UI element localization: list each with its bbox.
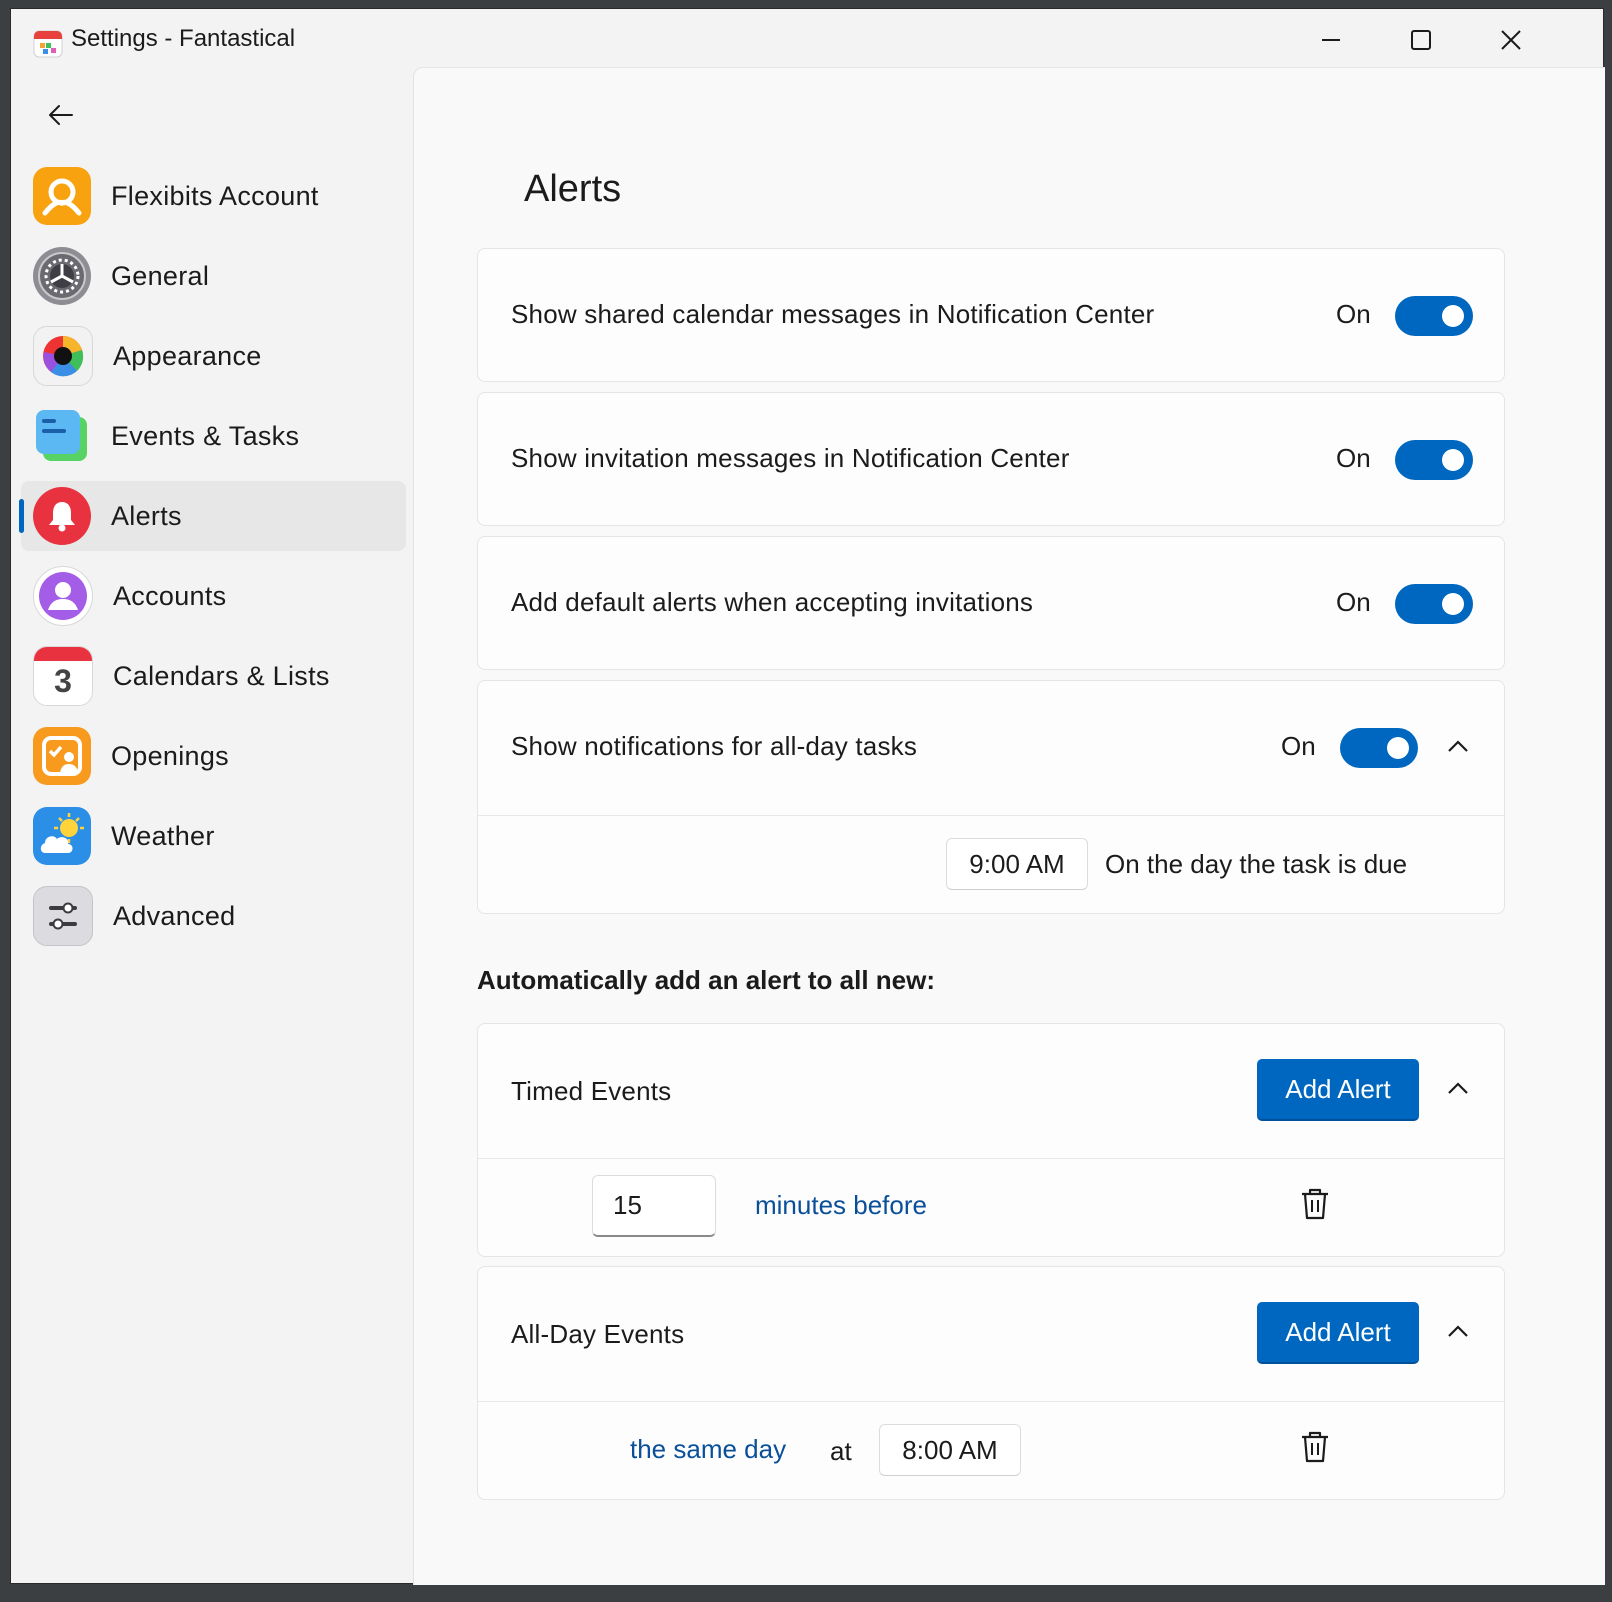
sidebar-item-general[interactable]: General [21, 241, 406, 311]
sidebar-item-alerts[interactable]: Alerts [19, 481, 406, 551]
person-icon [33, 566, 93, 626]
title-bar: Settings - Fantastical [11, 9, 1603, 69]
bell-icon [33, 487, 91, 545]
minimize-icon [1320, 29, 1342, 51]
sidebar-item-label: Weather [111, 820, 215, 851]
settings-window: Settings - Fantastical Flexibits Account… [10, 8, 1605, 1585]
task-notification-time-field[interactable]: 9:00 AM [946, 838, 1088, 890]
back-button[interactable] [39, 95, 83, 139]
sidebar-item-label: Advanced [113, 900, 236, 931]
sidebar-item-label: Events & Tasks [111, 420, 300, 451]
alerts-settings-panel: Alerts Show shared calendar messages in … [413, 67, 1605, 1585]
sidebar-item-label: Accounts [113, 580, 227, 611]
fantastical-app-icon [33, 29, 63, 59]
sliders-icon [33, 886, 93, 946]
close-button[interactable] [1471, 15, 1551, 65]
toggle-state-label: On [1281, 731, 1316, 761]
trash-icon [1300, 1187, 1330, 1226]
trash-icon [1300, 1430, 1330, 1469]
time-value: 8:00 AM [902, 1434, 998, 1465]
all-day-alert-time-field[interactable]: 8:00 AM [879, 1424, 1021, 1476]
setting-label: Show invitation messages in Notification… [511, 443, 1070, 473]
timed-alert-unit-dropdown[interactable]: minutes before [755, 1190, 927, 1221]
maximize-button[interactable] [1381, 15, 1461, 65]
at-label: at [830, 1436, 852, 1466]
all-day-alert-day-dropdown[interactable]: the same day [630, 1434, 786, 1465]
default-alerts-invitations-toggle[interactable] [1395, 584, 1473, 624]
all-day-alert-delete-button[interactable] [1295, 1429, 1335, 1469]
sidebar-item-flexibits-account[interactable]: Flexibits Account [21, 161, 406, 231]
sidebar-item-weather[interactable]: Weather [21, 801, 406, 871]
time-value: 9:00 AM [969, 848, 1065, 879]
sidebar-item-accounts[interactable]: Accounts [21, 561, 406, 631]
timed-alert-amount-input[interactable]: 15 [592, 1175, 716, 1237]
sidebar-item-openings[interactable]: Openings [21, 721, 406, 791]
openings-icon [33, 727, 91, 785]
setting-card-all-day-tasks: Show notifications for all-day tasks On … [477, 680, 1505, 914]
setting-label: Show shared calendar messages in Notific… [511, 299, 1155, 329]
timed-alert-delete-button[interactable] [1295, 1186, 1335, 1226]
flexibits-account-icon [33, 167, 91, 225]
timed-events-label: Timed Events [511, 1076, 672, 1106]
maximize-icon [1410, 29, 1432, 51]
weather-icon [33, 807, 91, 865]
gear-icon [33, 247, 91, 305]
all-day-events-card: All-Day Events Add Alert the same day at… [477, 1266, 1505, 1500]
auto-alert-heading: Automatically add an alert to all new: [477, 965, 935, 995]
toggle-state-label: On [1336, 299, 1371, 329]
timed-events-add-alert-button[interactable]: Add Alert [1257, 1059, 1419, 1121]
chevron-up-icon [1446, 1319, 1470, 1348]
all-day-tasks-toggle[interactable] [1340, 728, 1418, 768]
invitation-messages-toggle[interactable] [1395, 440, 1473, 480]
sidebar-item-calendars-lists[interactable]: 3 Calendars & Lists [21, 641, 406, 711]
chevron-up-icon [1446, 1076, 1470, 1105]
close-icon [1500, 29, 1522, 51]
sidebar-nav: Flexibits Account General Appearance Eve… [19, 161, 406, 961]
shared-calendar-messages-toggle[interactable] [1395, 296, 1473, 336]
color-wheel-icon [33, 326, 93, 386]
setting-card-default-alerts-invitations: Add default alerts when accepting invita… [477, 536, 1505, 670]
events-tasks-icon [33, 407, 91, 465]
setting-label: Show notifications for all-day tasks [511, 731, 918, 761]
chevron-up-icon [1446, 734, 1470, 763]
setting-label: Add default alerts when accepting invita… [511, 587, 1034, 617]
sidebar-item-appearance[interactable]: Appearance [21, 321, 406, 391]
minimize-button[interactable] [1291, 15, 1371, 65]
all-day-events-collapse-button[interactable] [1438, 1313, 1478, 1353]
sidebar-item-label: Flexibits Account [111, 180, 319, 211]
calendar-icon: 3 [33, 646, 93, 706]
sidebar-item-advanced[interactable]: Advanced [21, 881, 406, 951]
toggle-state-label: On [1336, 587, 1371, 617]
sidebar-item-label: Alerts [111, 500, 182, 531]
sidebar-item-label: Appearance [113, 340, 262, 371]
sidebar-item-label: Calendars & Lists [113, 660, 330, 691]
sidebar-item-events-tasks[interactable]: Events & Tasks [21, 401, 406, 471]
all-day-events-add-alert-button[interactable]: Add Alert [1257, 1302, 1419, 1364]
toggle-state-label: On [1336, 443, 1371, 473]
timed-events-card: Timed Events Add Alert 15 minutes before [477, 1023, 1505, 1257]
arrow-left-icon [47, 101, 75, 134]
calendar-day-number: 3 [54, 663, 72, 699]
task-notification-description: On the day the task is due [1105, 849, 1408, 879]
window-title: Settings - Fantastical [71, 25, 296, 52]
setting-card-shared-calendar-messages: Show shared calendar messages in Notific… [477, 248, 1505, 382]
collapse-button[interactable] [1438, 728, 1478, 768]
page-title: Alerts [524, 168, 622, 210]
all-day-events-label: All-Day Events [511, 1319, 685, 1349]
timed-events-collapse-button[interactable] [1438, 1070, 1478, 1110]
sidebar-item-label: Openings [111, 740, 229, 771]
amount-value: 15 [613, 1190, 642, 1220]
sidebar-item-label: General [111, 260, 210, 291]
setting-card-invitation-messages: Show invitation messages in Notification… [477, 392, 1505, 526]
